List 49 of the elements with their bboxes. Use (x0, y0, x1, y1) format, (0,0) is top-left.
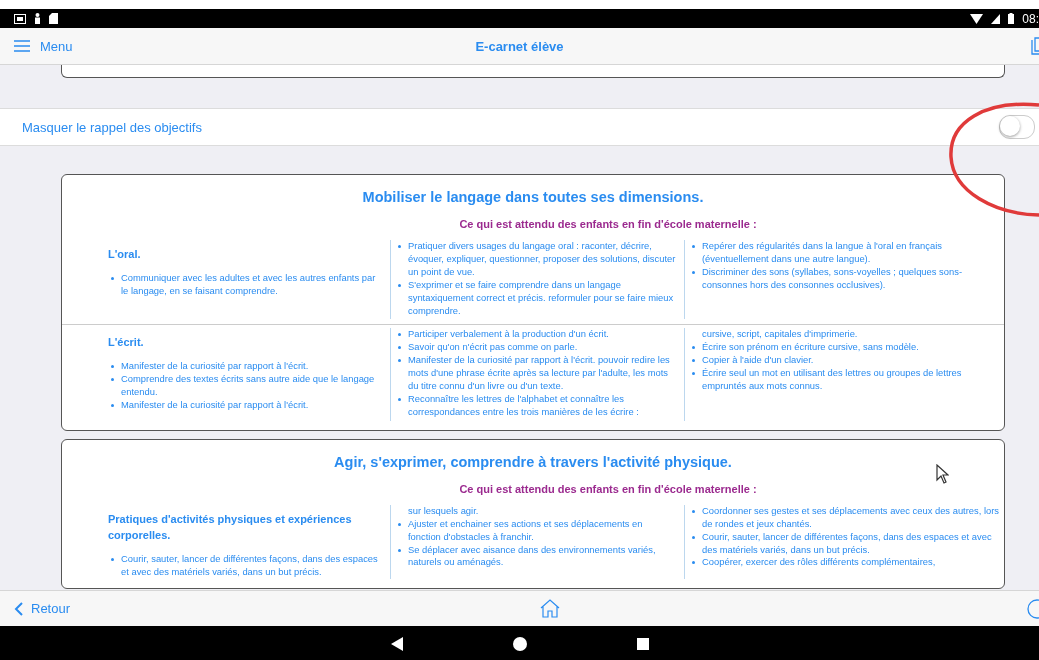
recents-square-icon[interactable] (636, 637, 649, 650)
wifi-icon (970, 13, 984, 24)
battery-icon (1008, 13, 1015, 24)
bullet-item: Participer verbalement à la production d'un écrit. (395, 328, 676, 342)
bullet-item: Courir, sauter, lancer de différentes façons, dans des espaces et avec des matériels variés, dans un but précis. (689, 530, 1000, 557)
chevron-left-icon (14, 601, 23, 616)
bullet-item: Savoir qu'on n'écrit pas comme on parle. (395, 341, 676, 355)
person-icon (34, 13, 41, 24)
signal-icon (991, 13, 1001, 24)
card-title: Mobiliser le langage dans toutes ses dimensions. (362, 189, 704, 205)
mail-icon (14, 13, 26, 24)
card-title: Agir, s'exprimer, comprendre à travers l'activité physique. (334, 453, 732, 470)
bullet-item: Communiquer avec les adultes et avec les autres enfants par le langage, en se faisant comprendre. (108, 272, 380, 298)
bullet-item: Copier à l'aide d'un clavier. (689, 354, 1000, 368)
bullet-item: Pratiquer divers usages du langage oral : raconter, décrire, évoquer, expliquer, questionner, proposer des solutions, discuter un point de vue. (395, 240, 676, 279)
bullet-item: Courir, sauter, lancer de différentes façons, dans des espaces et avec des matériels variés, dans un but précis. (108, 552, 380, 579)
bullet-item: S'exprimer et se faire comprendre dans un langage syntaxiquement correct et précis. reformuler pour se faire mieux comprendre. (395, 278, 676, 318)
bullet-item: Discriminer des sons (syllabes, sons-voyelles ; quelques sons-consonnes hors des consonnes occlusives). (689, 265, 1000, 292)
card-subtitle: Ce qui est attendu des enfants en fin d'école maternelle : (459, 482, 757, 495)
menu-button[interactable]: Menu (14, 38, 73, 54)
domain-heading: Pratiques d'activités physiques et expériences corporelles. (108, 511, 353, 543)
home-icon[interactable] (540, 599, 560, 618)
bullet-item: Se déplacer avec aisance dans des environnements variés, naturels ou aménagés. (395, 543, 676, 570)
toggle-label: Masquer le rappel des objectifs (22, 119, 203, 135)
back-button[interactable]: Retour (14, 601, 71, 616)
cursor-icon (936, 464, 949, 484)
back-triangle-icon[interactable] (390, 636, 403, 651)
domain-heading: L'oral. (108, 247, 142, 262)
clock-time: 08: (1022, 11, 1039, 26)
menu-icon (14, 40, 30, 52)
page-title: E-carnet élève (475, 38, 564, 54)
bullet-item: sur lesquels agir. (407, 504, 480, 518)
toggle-switch[interactable] (999, 115, 1035, 139)
bullet-item: Coordonner ses gestes et ses déplacements avec ceux des autres, lors de rondes et jeux chantés. (689, 504, 1000, 531)
bullet-item: Écrire seul un mot en utilisant des lettres ou groupes de lettres empruntés aux mots connus. (689, 367, 1000, 393)
card-subtitle: Ce qui est attendu des enfants en fin d'école maternelle : (459, 218, 757, 230)
bullet-item: Comprendre des textes écrits sans autre aide que le langage entendu. (108, 373, 380, 400)
bullet-item: Manifester de la curiosité par rapport à l'écrit. pouvoir redire les mots d'une phrase écrite après sa lecture par l'adulte, les mots du titre connu d'un livre ou d'un texte. (395, 354, 676, 393)
bullet-item: Manifester de la curiosité par rapport à l'écrit. (108, 399, 380, 413)
bullet-item: cursive, script, capitales d'imprimerie. (701, 328, 859, 342)
sd-card-icon (49, 13, 58, 24)
home-circle-icon[interactable] (512, 636, 527, 651)
bullet-item: Écrire son prénom en écriture cursive, sans modèle. (689, 341, 1000, 355)
bullet-item: Reconnaître les lettres de l'alphabet et connaître les correspondances entre les trois manières de les écrire : (395, 392, 676, 419)
bullet-item: Coopérer, exercer des rôles différents complémentaires, (689, 556, 1000, 570)
domain-heading: L'écrit. (108, 335, 145, 351)
bullet-item: Manifester de la curiosité par rapport à l'écrit. (108, 360, 380, 374)
bullet-item: Repérer des régularités dans la langue à l'oral en français (éventuellement dans une autre langue). (689, 240, 1000, 266)
bullet-item: Ajuster et enchainer ses actions et ses déplacements en fonction d'obstacles à franchir. (395, 517, 676, 544)
